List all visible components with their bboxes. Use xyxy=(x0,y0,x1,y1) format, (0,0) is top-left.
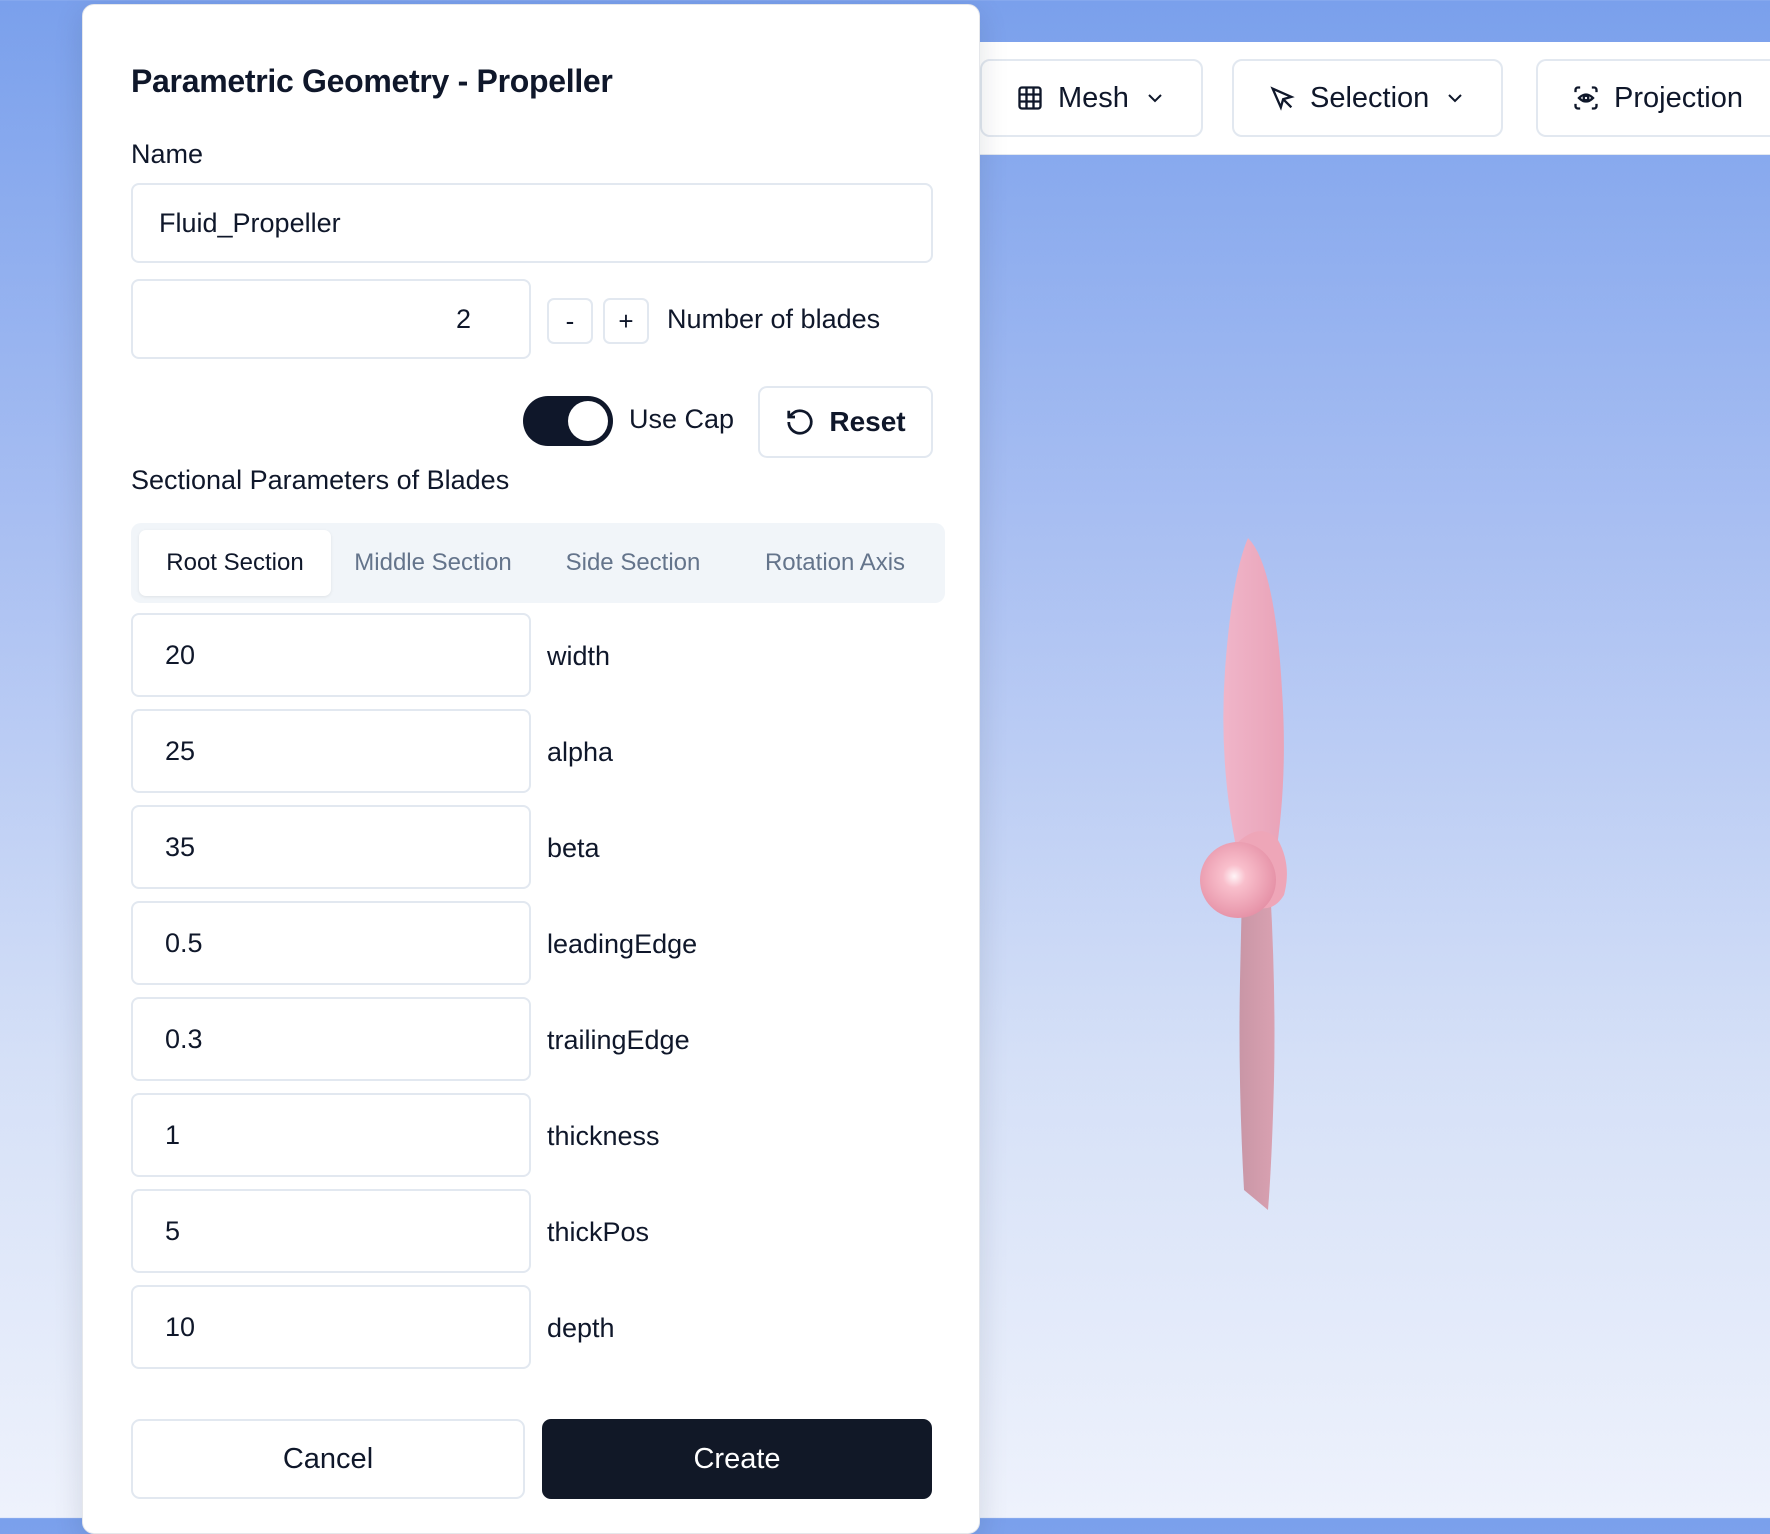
propeller-dialog: Parametric Geometry - Propeller Name Flu… xyxy=(82,4,980,1534)
beta-label: beta xyxy=(547,833,600,863)
trailing-edge-input[interactable]: 0.3 xyxy=(131,997,531,1081)
chevron-down-icon xyxy=(1448,94,1463,103)
propeller-model xyxy=(1200,538,1287,1210)
grid-icon xyxy=(1018,86,1042,110)
projection-label: Projection xyxy=(1614,81,1743,114)
selection-dropdown[interactable]: Selection xyxy=(1232,59,1504,137)
beta-input[interactable]: 35 xyxy=(131,805,531,889)
upper-blade xyxy=(1223,538,1284,865)
use-cap-toggle[interactable] xyxy=(523,396,613,446)
cancel-button[interactable]: Cancel xyxy=(131,1419,525,1499)
chevron-down-icon xyxy=(1148,94,1162,103)
reset-label: Reset xyxy=(829,406,906,437)
increment-button[interactable]: + xyxy=(603,298,649,344)
leading-edge-label: leadingEdge xyxy=(547,929,698,959)
blades-count-input[interactable]: 2 xyxy=(131,279,531,359)
thickness-input[interactable]: 1 xyxy=(131,1093,531,1177)
hub-cap xyxy=(1200,842,1276,918)
selection-label: Selection xyxy=(1310,81,1430,114)
depth-label: depth xyxy=(547,1313,615,1343)
width-label: width xyxy=(547,641,611,671)
alpha-label: alpha xyxy=(547,737,614,767)
create-button[interactable]: Create xyxy=(542,1419,932,1499)
lower-blade xyxy=(1239,885,1275,1210)
projection-dropdown[interactable]: Projection xyxy=(1536,59,1770,137)
tab-rotation-axis[interactable]: Rotation Axis xyxy=(733,530,937,596)
name-label: Name xyxy=(131,139,204,169)
mesh-dropdown[interactable]: Mesh xyxy=(980,59,1203,137)
trailing-edge-label: trailingEdge xyxy=(547,1025,690,1055)
cursor-arrow-icon xyxy=(1270,86,1295,111)
blades-label: Number of blades xyxy=(667,304,881,334)
width-input[interactable]: 20 xyxy=(131,613,531,697)
thickness-label: thickness xyxy=(547,1121,660,1151)
reset-button[interactable]: Reset xyxy=(758,386,933,458)
eye-scan-icon xyxy=(1574,86,1598,110)
tab-middle-section[interactable]: Middle Section xyxy=(333,530,533,596)
thick-pos-label: thickPos xyxy=(547,1217,650,1247)
dialog-title: Parametric Geometry - Propeller xyxy=(131,63,613,99)
section-tabs: Root Section Middle Section Side Section… xyxy=(131,523,945,603)
toggle-knob xyxy=(568,401,608,441)
section-heading: Sectional Parameters of Blades xyxy=(131,465,510,495)
rotate-ccw-icon xyxy=(787,409,813,435)
depth-input[interactable]: 10 xyxy=(131,1285,531,1369)
tab-root-section[interactable]: Root Section xyxy=(139,530,331,596)
viewport-toolbar: Mesh Selection Projection xyxy=(980,42,1770,155)
decrement-button[interactable]: - xyxy=(547,298,593,344)
thick-pos-input[interactable]: 5 xyxy=(131,1189,531,1273)
name-input[interactable]: Fluid_Propeller xyxy=(131,183,933,263)
tab-side-section[interactable]: Side Section xyxy=(535,530,731,596)
alpha-input[interactable]: 25 xyxy=(131,709,531,793)
mesh-label: Mesh xyxy=(1058,81,1129,114)
use-cap-label: Use Cap xyxy=(629,404,735,434)
leading-edge-input[interactable]: 0.5 xyxy=(131,901,531,985)
